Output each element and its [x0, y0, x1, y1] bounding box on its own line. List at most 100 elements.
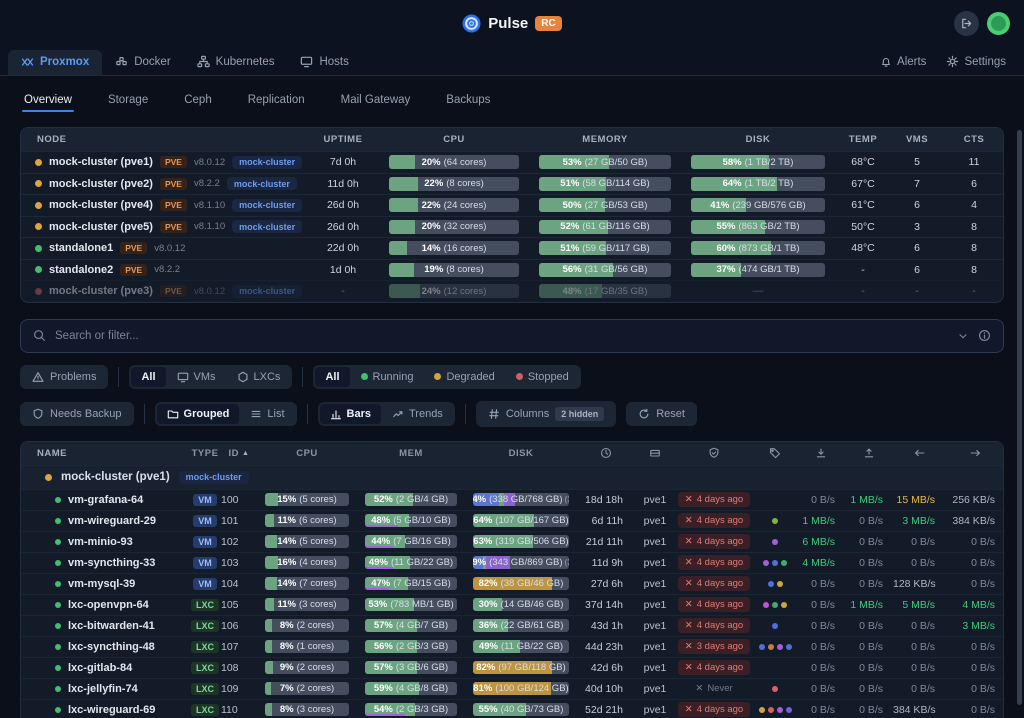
node-row[interactable]: mock-cluster (pve1)PVEv8.0.12mock-cluste…: [21, 151, 1003, 173]
guest-tags: [753, 644, 797, 650]
tag-dot: [781, 560, 787, 566]
usage-bar: 37%(474 GB/1 TB): [691, 263, 825, 277]
col-tags[interactable]: [753, 447, 797, 459]
node-cpu-cell: 24%(12 cores): [379, 284, 529, 298]
guest-group-row[interactable]: mock-cluster (pve1)mock-cluster: [21, 465, 1003, 489]
type-filter-all[interactable]: All: [131, 367, 165, 387]
disk-read-download-icon: [815, 447, 827, 459]
nav-tab-docker[interactable]: Docker: [102, 49, 183, 75]
guest-row[interactable]: lxc-gitlab-84LXC1089%(2 cores)57%(3 GB/6…: [21, 657, 1003, 678]
group-mode-group: Grouped List: [155, 402, 297, 426]
trends-view-button[interactable]: Trends: [382, 404, 453, 424]
col-type[interactable]: TYPE: [189, 448, 221, 459]
page-scrollbar[interactable]: [1017, 130, 1022, 705]
bar-label: 55%(863 GB/2 TB): [716, 221, 799, 232]
health-status-indicator[interactable]: [987, 12, 1010, 35]
col-disk-read[interactable]: [797, 447, 845, 459]
col-disk-write[interactable]: [845, 447, 893, 459]
col-node[interactable]: [635, 447, 675, 459]
nav-tab-kubernetes[interactable]: Kubernetes: [184, 49, 288, 75]
guest-table-header: NAME TYPE ID▲ CPU MEM DISK: [21, 442, 1003, 465]
col-net-out[interactable]: [945, 447, 1004, 459]
guest-mem-cell: 47%(7 GB/15 GB): [357, 577, 465, 590]
col-uptime[interactable]: [577, 447, 635, 459]
type-filter-lxcs[interactable]: LXCs: [227, 367, 291, 387]
node-vms-count: 6: [891, 199, 943, 211]
guest-row[interactable]: lxc-openvpn-64LXC10511%(3 cores)53%(783 …: [21, 594, 1003, 615]
guest-net-in: 5 MB/s: [893, 599, 945, 611]
node-row[interactable]: mock-cluster (pve2)PVEv8.2.2mock-cluster…: [21, 173, 1003, 195]
guest-type-badge: VM: [193, 515, 217, 527]
col-backup[interactable]: [675, 447, 753, 459]
columns-button[interactable]: Columns 2 hidden: [476, 401, 616, 427]
bar-label: 19%(8 cores): [424, 264, 484, 275]
bar-label: 57%(3 GB/6 GB): [374, 662, 448, 673]
search-input[interactable]: [55, 330, 948, 342]
status-filter-running[interactable]: Running: [351, 367, 424, 387]
logout-button[interactable]: [954, 11, 979, 36]
guest-name-cell: vm-grafana-64: [21, 494, 189, 506]
needs-backup-filter-button[interactable]: Needs Backup: [20, 402, 134, 426]
guest-mem-cell: 56%(2 GB/3 GB): [357, 640, 465, 653]
disk-write-upload-icon: [863, 447, 875, 459]
type-filter-vms[interactable]: VMs: [167, 367, 226, 387]
guest-id: 102: [221, 536, 257, 548]
bars-view-button[interactable]: Bars: [320, 404, 381, 424]
status-filter-degraded[interactable]: Degraded: [424, 367, 504, 387]
node-cpu-cell: 19%(8 cores): [379, 263, 529, 277]
col-disk[interactable]: DISK: [465, 448, 577, 459]
subtab-storage[interactable]: Storage: [108, 94, 148, 112]
guests-panel: NAME TYPE ID▲ CPU MEM DISK mock-cluster …: [20, 441, 1004, 718]
guest-row[interactable]: vm-syncthing-33VM10316%(4 cores)49%(11 G…: [21, 552, 1003, 573]
usage-bar: 82%(38 GB/46 GB): [473, 577, 569, 590]
guest-name-cell: lxc-syncthing-48: [21, 641, 189, 653]
usage-bar: 8%(1 cores): [265, 640, 349, 653]
nav-tab-hosts[interactable]: Hosts: [287, 49, 361, 75]
guest-cpu-cell: 11%(6 cores): [257, 514, 357, 527]
alerts-button[interactable]: Alerts: [880, 55, 926, 68]
backup-status-badge: ✕4 days ago: [678, 513, 750, 528]
guest-row[interactable]: vm-wireguard-29VM10111%(6 cores)48%(5 GB…: [21, 510, 1003, 531]
guest-row[interactable]: vm-grafana-64VM10015%(5 cores)52%(2 GB/4…: [21, 489, 1003, 510]
guest-status-dot: [55, 686, 61, 692]
guest-row[interactable]: lxc-jellyfin-74LXC1097%(2 cores)59%(4 GB…: [21, 678, 1003, 699]
problems-filter-button[interactable]: Problems: [20, 365, 108, 389]
col-net-in[interactable]: [893, 447, 945, 459]
node-row[interactable]: standalone2PVEv8.2.21d 0h19%(8 cores)56%…: [21, 259, 1003, 281]
reset-button[interactable]: Reset: [626, 402, 697, 426]
nav-tab-proxmox[interactable]: Proxmox: [8, 50, 102, 75]
subtab-overview[interactable]: Overview: [24, 94, 72, 112]
col-mem[interactable]: MEM: [357, 448, 465, 459]
status-filter-all[interactable]: All: [315, 367, 349, 387]
node-row[interactable]: standalone1PVEv8.0.1222d 0h14%(16 cores)…: [21, 237, 1003, 259]
subtab-replication[interactable]: Replication: [248, 94, 305, 112]
guest-row[interactable]: vm-minio-93VM10214%(5 cores)44%(7 GB/16 …: [21, 531, 1003, 552]
guest-row[interactable]: lxc-bitwarden-41LXC1068%(2 cores)57%(4 G…: [21, 615, 1003, 636]
status-filter-stopped[interactable]: Stopped: [506, 367, 579, 387]
list-view-button[interactable]: List: [240, 404, 294, 424]
guest-row[interactable]: lxc-syncthing-48LXC1078%(1 cores)56%(2 G…: [21, 636, 1003, 657]
bar-label: 49%(11 GB/22 GB): [479, 641, 563, 652]
col-name[interactable]: NAME: [21, 448, 189, 459]
guest-backup-cell: ✕3 days ago: [675, 639, 753, 654]
guest-disk-write: 1 MB/s: [845, 599, 893, 611]
running-status-dot: [361, 373, 368, 380]
col-id[interactable]: ID▲: [221, 448, 257, 459]
node-row[interactable]: mock-cluster (pve3)PVEv8.0.12mock-cluste…: [21, 280, 1003, 302]
guest-row[interactable]: lxc-wireguard-69LXC1108%(3 cores)54%(2 G…: [21, 699, 1003, 718]
node-row[interactable]: mock-cluster (pve4)PVEv8.1.10mock-cluste…: [21, 194, 1003, 216]
node-row[interactable]: mock-cluster (pve5)PVEv8.1.10mock-cluste…: [21, 216, 1003, 238]
subtab-ceph[interactable]: Ceph: [184, 94, 212, 112]
subtab-backups[interactable]: Backups: [446, 94, 490, 112]
settings-button[interactable]: Settings: [946, 55, 1006, 68]
guest-type-badge: VM: [193, 557, 217, 569]
guest-id: 110: [221, 704, 257, 716]
col-cpu[interactable]: CPU: [257, 448, 357, 459]
info-icon[interactable]: [978, 329, 991, 342]
subtab-mail-gateway[interactable]: Mail Gateway: [341, 94, 411, 112]
chevron-down-icon[interactable]: [957, 330, 969, 342]
guest-row[interactable]: vm-mysql-39VM10414%(7 cores)47%(7 GB/15 …: [21, 573, 1003, 594]
guest-net-out: 0 B/s: [945, 557, 1004, 569]
guest-status-dot: [55, 581, 61, 587]
grouped-view-button[interactable]: Grouped: [157, 404, 240, 424]
